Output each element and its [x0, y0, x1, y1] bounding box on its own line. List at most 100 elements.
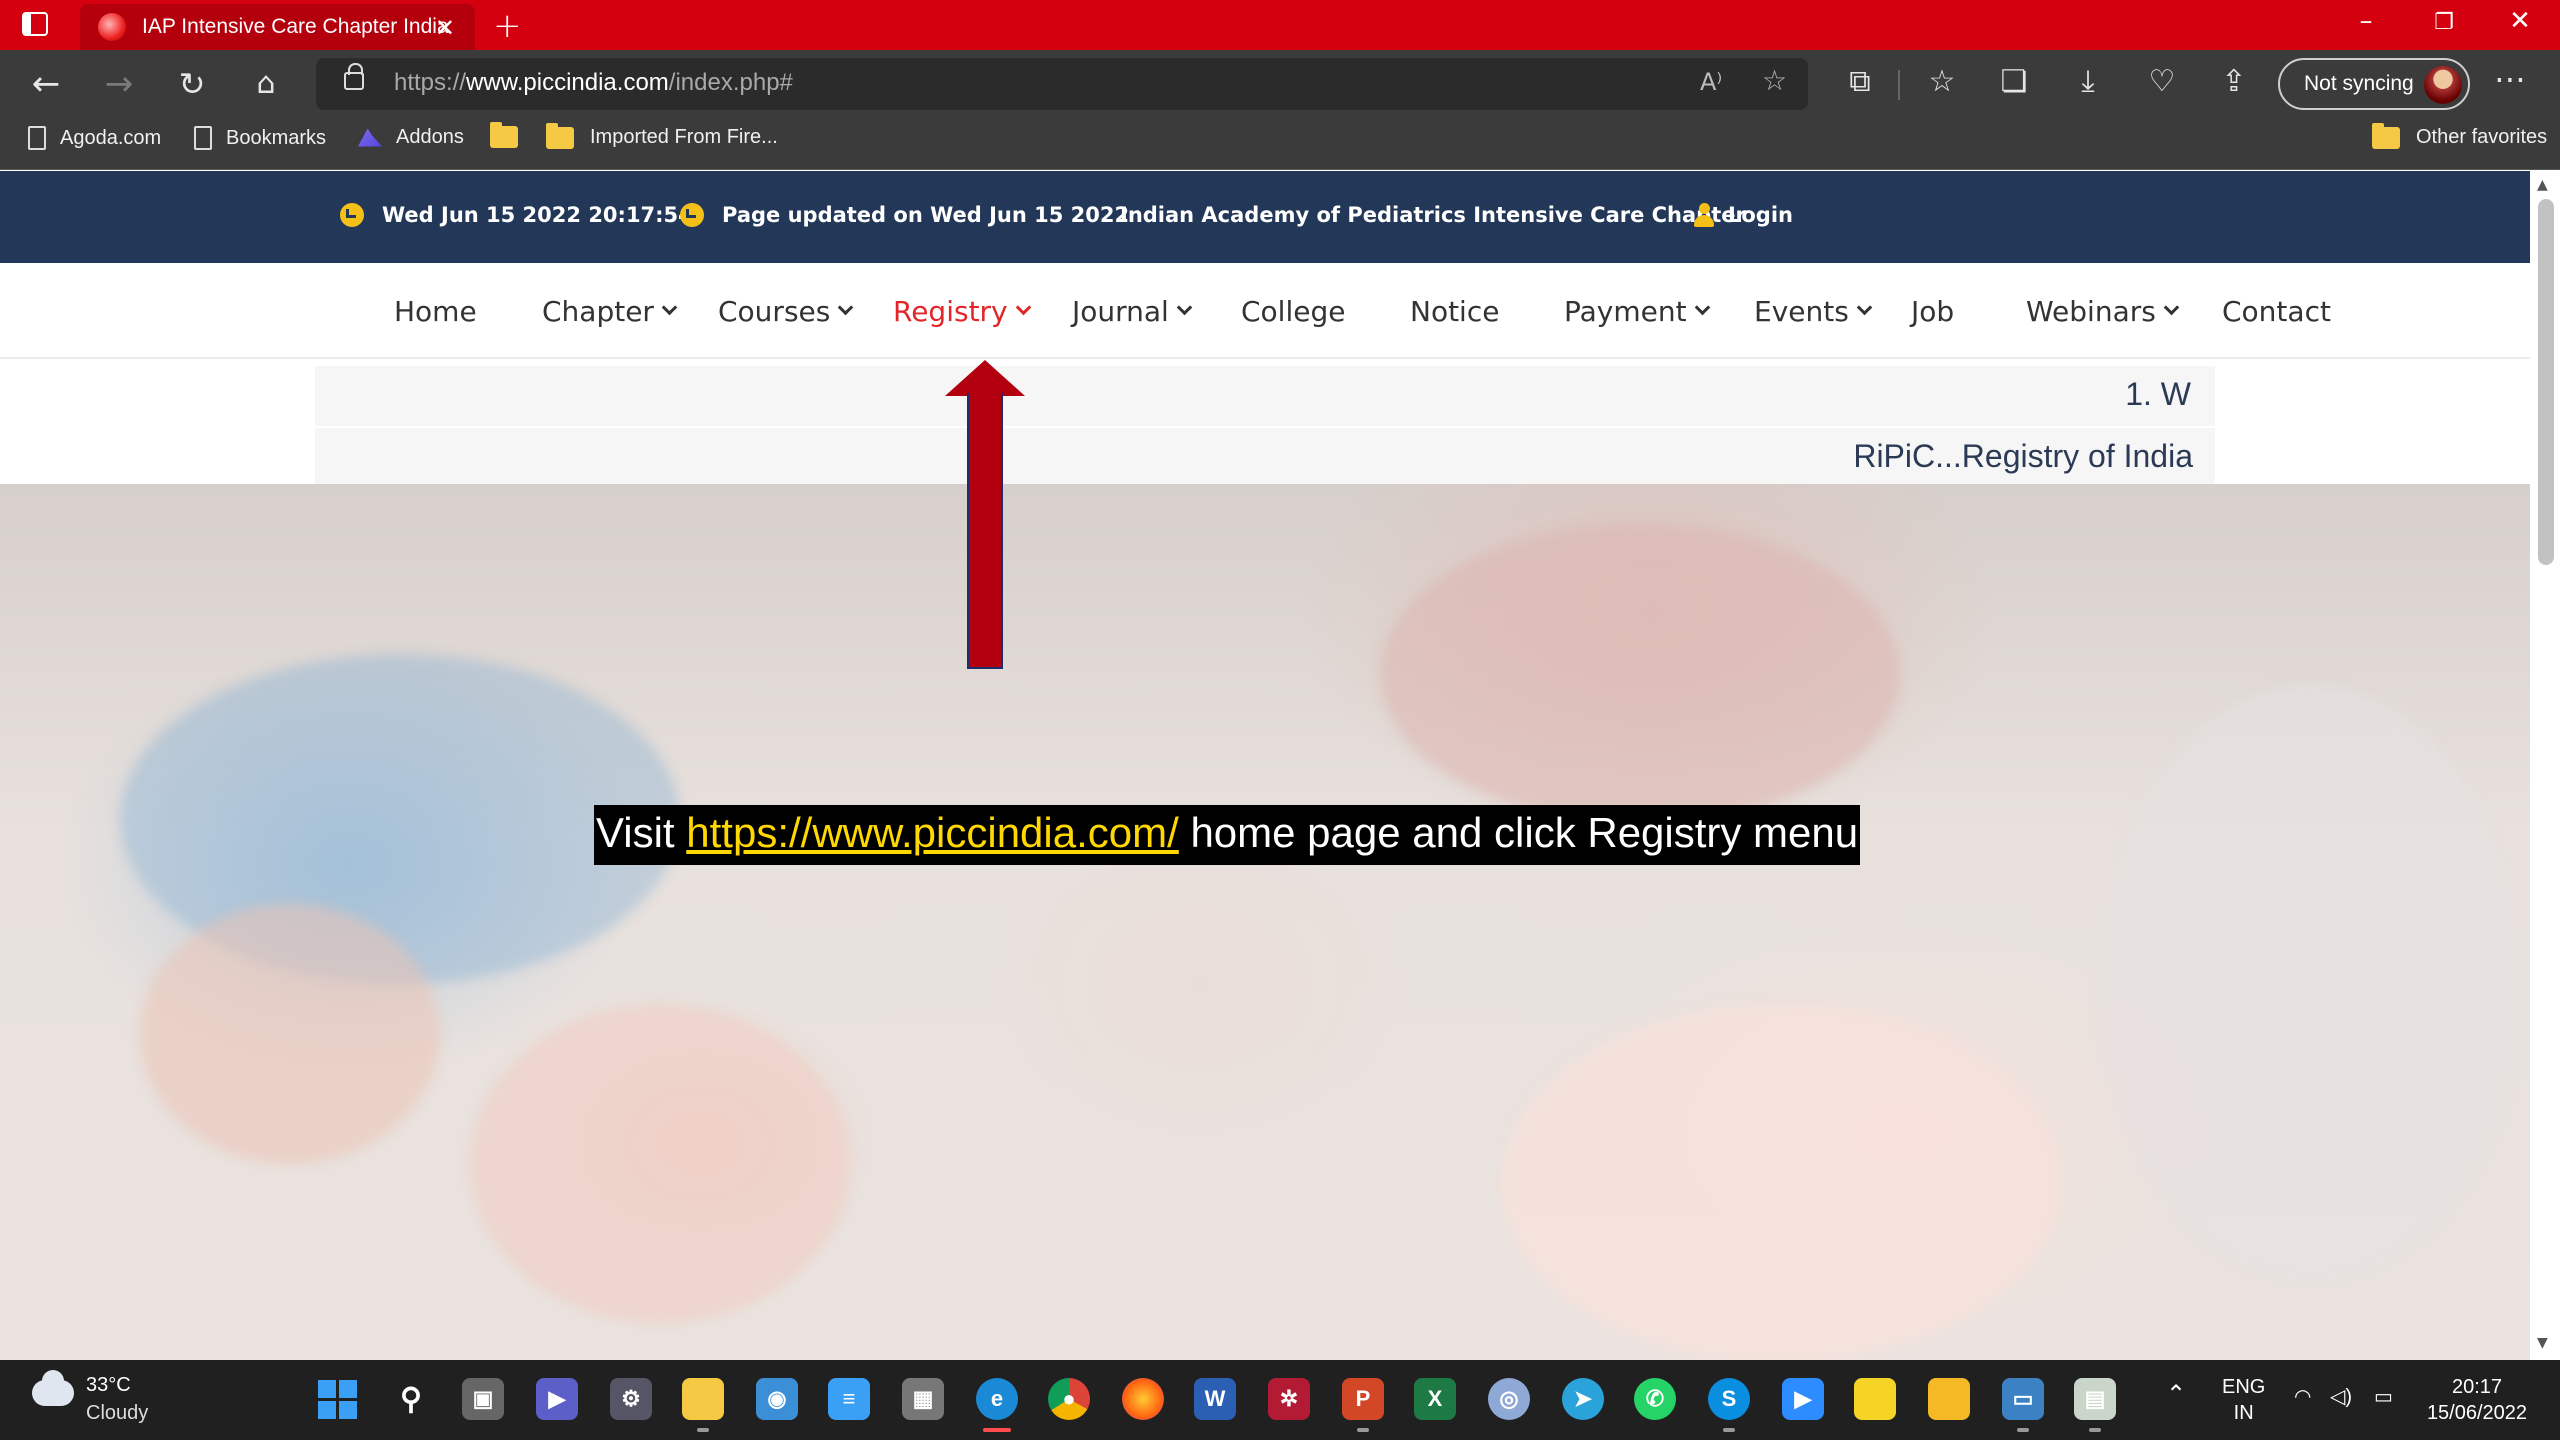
- more-options-icon[interactable]: ⋯: [2494, 60, 2526, 98]
- address-bar[interactable]: https://www.piccindia.com/index.php# A⁾ …: [316, 58, 1808, 110]
- mendeley-icon[interactable]: ✲: [1268, 1378, 1310, 1420]
- hero-image-area: [140, 904, 440, 1164]
- nav-contact[interactable]: Contact: [2222, 295, 2331, 328]
- ticker-row: RiPiC...Registry of India: [315, 428, 2215, 488]
- zoom-icon[interactable]: ▶: [1782, 1378, 1824, 1420]
- ticker-text[interactable]: RiPiC...Registry of India: [1853, 438, 2193, 475]
- chrome-icon[interactable]: ●: [1048, 1378, 1090, 1420]
- extensions-icon[interactable]: ⧉: [1840, 64, 1880, 99]
- start-icon[interactable]: [316, 1378, 358, 1420]
- task-view-icon[interactable]: ▣: [462, 1378, 504, 1420]
- telegram-icon[interactable]: ➤: [1562, 1378, 1604, 1420]
- nav-label: Notice: [1410, 295, 1500, 328]
- bookmark-addons[interactable]: Addons: [358, 126, 464, 149]
- file-explorer-icon[interactable]: [682, 1378, 724, 1432]
- weather-condition[interactable]: Cloudy: [86, 1402, 148, 1425]
- page-scrollbar[interactable]: ▲ ▼: [2530, 171, 2560, 1360]
- network-app-icon[interactable]: ◎: [1488, 1378, 1530, 1420]
- scroll-thumb[interactable]: [2538, 199, 2554, 565]
- nav-label: Home: [394, 295, 477, 328]
- browser-tab[interactable]: IAP Intensive Care Chapter India ✕: [80, 4, 475, 50]
- profile-button[interactable]: Not syncing: [2278, 58, 2470, 110]
- chevron-up-icon[interactable]: ⌃: [2166, 1382, 2186, 1408]
- home-icon[interactable]: ⌂: [244, 62, 288, 106]
- nav-chapter[interactable]: Chapter: [542, 295, 678, 328]
- firefox-icon[interactable]: [1122, 1378, 1164, 1420]
- nav-label: Events: [1754, 295, 1849, 328]
- nav-courses[interactable]: Courses: [718, 295, 854, 328]
- keep-notes-icon[interactable]: [1928, 1378, 1970, 1420]
- battery-icon[interactable]: ▭: [2374, 1384, 2393, 1410]
- forward-icon[interactable]: →: [97, 62, 141, 106]
- nav-label: Registry: [893, 295, 1008, 328]
- nav-registry[interactable]: Registry: [893, 295, 1031, 328]
- word-icon[interactable]: W: [1194, 1378, 1236, 1420]
- ticker-text[interactable]: 1. W: [2125, 376, 2191, 413]
- datetime-text: Wed Jun 15 2022 20:17:54: [382, 203, 693, 227]
- tab-actions-icon[interactable]: [22, 12, 48, 36]
- browser-titlebar: IAP Intensive Care Chapter India ✕ + – ❐…: [0, 0, 2560, 50]
- powerpoint-icon[interactable]: P: [1342, 1378, 1384, 1432]
- weather-temperature[interactable]: 33°C: [86, 1374, 131, 1397]
- nav-label: Courses: [718, 295, 831, 328]
- nav-payment[interactable]: Payment: [1564, 295, 1710, 328]
- nav-label: Job: [1911, 295, 1955, 328]
- cloud-icon[interactable]: [32, 1370, 74, 1406]
- read-aloud-icon[interactable]: A⁾: [1700, 68, 1722, 96]
- edge-browser-icon[interactable]: e: [976, 1378, 1018, 1432]
- nav-label: Journal: [1072, 295, 1169, 328]
- screenshot-tool-icon[interactable]: ▤: [2074, 1378, 2116, 1432]
- hero-image-area: [1500, 1004, 2060, 1360]
- wifi-icon[interactable]: ◠: [2294, 1384, 2311, 1410]
- close-window-icon[interactable]: ✕: [2490, 6, 2550, 36]
- bookmark-bookmarks[interactable]: Bookmarks: [194, 126, 326, 150]
- other-favorites[interactable]: Other favorites: [2372, 122, 2547, 149]
- sticky-notes-icon[interactable]: [1854, 1378, 1896, 1420]
- nav-webinars[interactable]: Webinars: [2026, 295, 2180, 328]
- login-link[interactable]: Login: [1694, 203, 1793, 227]
- collections-icon[interactable]: ❏: [1994, 64, 2034, 99]
- minimize-icon[interactable]: –: [2336, 6, 2396, 36]
- scroll-down-icon[interactable]: ▼: [2537, 1335, 2548, 1351]
- add-favorite-icon[interactable]: ☆: [1762, 64, 1787, 97]
- back-icon[interactable]: ←: [24, 62, 68, 106]
- excel-icon[interactable]: X: [1414, 1378, 1456, 1420]
- lock-icon[interactable]: [344, 63, 364, 90]
- caption-link[interactable]: https://www.piccindia.com/: [686, 809, 1179, 856]
- ticker-row: 1. W: [315, 366, 2215, 426]
- notepad-icon[interactable]: ≡: [828, 1378, 870, 1420]
- nav-journal[interactable]: Journal: [1072, 295, 1193, 328]
- chevron-down-icon: [1694, 299, 1710, 316]
- nav-college[interactable]: College: [1241, 295, 1345, 328]
- favorites-icon[interactable]: ☆: [1922, 64, 1962, 99]
- teams-chat-icon[interactable]: ▶: [536, 1378, 578, 1420]
- maps-icon[interactable]: ◉: [756, 1378, 798, 1420]
- system-clock[interactable]: 20:17 15/06/2022: [2422, 1374, 2532, 1426]
- site-favicon-icon: [98, 13, 126, 41]
- bookmark-folder[interactable]: [490, 122, 534, 148]
- nav-label: College: [1241, 295, 1346, 328]
- whatsapp-icon[interactable]: ✆: [1634, 1378, 1676, 1420]
- calculator-icon[interactable]: ▦: [902, 1378, 944, 1420]
- downloads-icon[interactable]: ⤓: [2068, 64, 2108, 99]
- nav-notice[interactable]: Notice: [1410, 295, 1499, 328]
- nav-job[interactable]: Job: [1911, 295, 1954, 328]
- tab-close-icon[interactable]: ✕: [435, 14, 455, 42]
- bookmark-agoda[interactable]: Agoda.com: [28, 126, 161, 150]
- skype-icon[interactable]: S: [1708, 1378, 1750, 1432]
- remote-desktop-icon[interactable]: ▭: [2002, 1378, 2044, 1432]
- new-tab-icon[interactable]: +: [493, 6, 522, 46]
- search-icon[interactable]: ⚲: [390, 1378, 432, 1420]
- bookmark-imported-folder[interactable]: Imported From Fire...: [546, 122, 778, 149]
- nav-home[interactable]: Home: [394, 295, 477, 328]
- reload-icon[interactable]: ↻: [170, 62, 214, 106]
- share-icon[interactable]: ⇪: [2214, 64, 2254, 99]
- language-indicator[interactable]: ENG IN: [2222, 1374, 2265, 1426]
- scroll-up-icon[interactable]: ▲: [2537, 177, 2548, 193]
- volume-icon[interactable]: ◁): [2330, 1384, 2352, 1410]
- restore-icon[interactable]: ❐: [2414, 10, 2474, 35]
- nav-events[interactable]: Events: [1754, 295, 1873, 328]
- settings-icon[interactable]: ⚙: [610, 1378, 652, 1420]
- browser-essentials-icon[interactable]: ♡: [2142, 64, 2182, 99]
- url-text[interactable]: https://www.piccindia.com/index.php#: [394, 69, 793, 97]
